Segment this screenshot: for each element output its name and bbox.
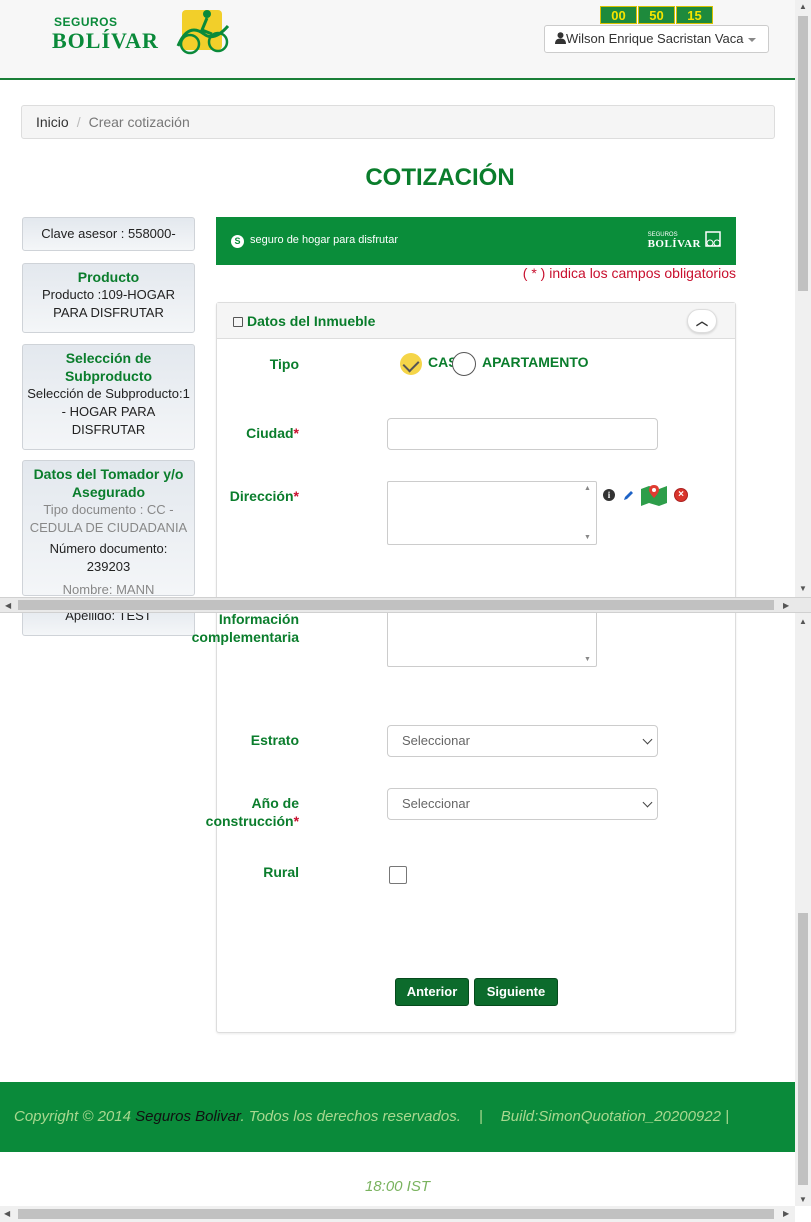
sidebar-subproducto-box: Selección de Subproducto Selección de Su…: [22, 344, 195, 450]
user-menu-button[interactable]: Wilson Enrique Sacristan Vaca: [544, 25, 769, 53]
sidebar-clave-box: Clave asesor : 558000-: [22, 217, 195, 251]
logo-top-text: SEGUROS: [54, 15, 118, 29]
bottom-pane-vertical-scrollbar[interactable]: ▲ ▼: [795, 613, 811, 1206]
rural-label: Rural: [263, 864, 299, 880]
server-time: 18:00 IST: [364, 1178, 431, 1195]
nombre-text: Nombre: MANN: [62, 582, 155, 596]
bottom-horizontal-scrollbar[interactable]: ◀ ▶: [0, 1206, 795, 1222]
siguiente-button[interactable]: Siguiente: [474, 978, 558, 1006]
cyclist-logo-icon: [176, 10, 230, 55]
top-pane-vertical-scrollbar[interactable]: ▲ ▼: [795, 0, 811, 597]
banner-cyclist-icon: [705, 231, 721, 247]
scroll-left-arrow-icon[interactable]: ◀: [5, 601, 11, 610]
scroll-down-arrow-icon[interactable]: ▼: [799, 584, 807, 593]
sidebar-producto-box: Producto Producto :109-HOGAR PARA DISFRU…: [22, 263, 195, 333]
anio-selected-value: Seleccionar: [402, 796, 470, 811]
page-title: COTIZACIÓN: [365, 164, 515, 191]
direccion-label: Dirección*: [229, 488, 299, 504]
estrato-select[interactable]: Seleccionar: [387, 725, 658, 757]
anio-construccion-select[interactable]: Seleccionar: [387, 788, 658, 820]
footer-pipe: |: [478, 1108, 483, 1125]
direccion-actions: i ×: [603, 483, 688, 507]
footer-brand: Seguros Bolivar: [135, 1108, 241, 1125]
datos-inmueble-panel: Datos del Inmueble ︿ Tipo CASA APARTAMEN…: [192, 302, 736, 1033]
page: SEGUROS BOLÍVAR 00 50 15 Wilson Enrique …: [0, 0, 811, 1222]
panel-title: Datos del Inmueble: [247, 313, 376, 329]
footer: Copyright © 2014 Seguros Bolivar. Todos …: [0, 1082, 795, 1152]
textarea-scrollbar[interactable]: [580, 604, 596, 666]
top-horizontal-scroll-thumb[interactable]: [18, 600, 774, 610]
timer-minutes: 50: [638, 6, 675, 24]
breadcrumb-home-link[interactable]: Inicio: [36, 114, 69, 130]
estrato-selected-value: Seleccionar: [402, 733, 470, 748]
tipo-documento-text: Tipo documento : CC - CEDULA DE CIUDADAN…: [29, 502, 188, 535]
breadcrumb-current: Crear cotización: [88, 114, 190, 130]
tipo-label: Tipo: [269, 356, 299, 372]
clave-asesor-text: Clave asesor : 558000-: [41, 226, 176, 241]
map-marker-icon[interactable]: [639, 483, 669, 507]
user-icon: [555, 32, 566, 44]
seguros-bolivar-logo[interactable]: SEGUROS BOLÍVAR: [52, 6, 232, 58]
anio-construccion-label: Año de construcción*: [205, 795, 300, 829]
radio-casa-label[interactable]: CASA: [428, 354, 454, 370]
chevron-down-icon: [642, 734, 653, 745]
textarea-scrollbar[interactable]: [580, 482, 596, 544]
footer-rights: . Todos los derechos reservados.: [240, 1108, 461, 1125]
timer-hours: 00: [600, 6, 637, 24]
radio-casa[interactable]: [400, 353, 422, 375]
split-pane-divider[interactable]: ◀ ▶: [0, 597, 811, 613]
chevron-down-icon: [642, 797, 653, 808]
radio-apartamento[interactable]: [452, 352, 476, 376]
bottom-scroll-thumb[interactable]: [798, 913, 808, 1185]
scroll-up-arrow-icon[interactable]: ▲: [799, 617, 807, 626]
collapse-panel-button[interactable]: ︿: [687, 309, 717, 333]
subproducto-text: Selección de Subproducto:1 - HOGAR PARA …: [27, 386, 190, 437]
scroll-left-arrow-icon[interactable]: ◀: [4, 1209, 10, 1218]
user-name: Wilson Enrique Sacristan Vaca: [566, 31, 744, 46]
timer-seconds: 15: [676, 6, 713, 24]
edit-icon: [233, 317, 243, 327]
logo-main-text: BOLÍVAR: [52, 28, 159, 53]
banner-s-icon: S: [231, 235, 244, 248]
scroll-up-arrow-icon[interactable]: ▲: [799, 2, 807, 11]
ciudad-input[interactable]: [387, 418, 658, 450]
banner-logo-main: BOLÍVAR: [647, 238, 701, 250]
producto-text: Producto :109-HOGAR PARA DISFRUTAR: [42, 287, 175, 320]
rural-checkbox[interactable]: [389, 866, 407, 884]
ciudad-label: Ciudad*: [246, 425, 299, 441]
session-timer: 00 50 15: [600, 6, 714, 24]
info-icon[interactable]: i: [603, 489, 615, 501]
panel-header[interactable]: Datos del Inmueble: [217, 303, 735, 339]
scroll-down-arrow-icon[interactable]: ▼: [799, 1195, 807, 1204]
footer-copyright: Copyright © 2014: [14, 1108, 131, 1125]
pencil-icon[interactable]: [621, 488, 635, 502]
informacion-complementaria-label: Información complementaria: [191, 611, 299, 645]
banner-logo: SEGUROS BOLÍVAR: [647, 231, 722, 250]
direccion-textarea[interactable]: [387, 481, 597, 545]
tomador-title: Datos del Tomador y/o Asegurado: [33, 466, 184, 500]
required-fields-note: ( * ) indica los campos obligatorios: [522, 265, 736, 281]
top-scroll-thumb[interactable]: [798, 16, 808, 291]
header: SEGUROS BOLÍVAR 00 50 15 Wilson Enrique …: [0, 0, 795, 80]
subproducto-title: Selección de Subproducto: [64, 350, 153, 384]
radio-apartamento-label[interactable]: APARTAMENTO: [482, 354, 589, 370]
anterior-button[interactable]: Anterior: [395, 978, 469, 1006]
product-banner: S seguro de hogar para disfrutar SEGUROS…: [216, 217, 736, 265]
numero-documento-text: Número documento: 239203: [49, 541, 168, 574]
sidebar-tomador-box: Datos del Tomador y/o Asegurado Tipo doc…: [22, 460, 195, 596]
delete-icon[interactable]: ×: [674, 488, 688, 502]
breadcrumb: Inicio / Crear cotización: [21, 105, 775, 139]
chevron-up-icon: ︿: [695, 314, 708, 328]
breadcrumb-separator: /: [76, 114, 81, 130]
banner-text: seguro de hogar para disfrutar: [250, 234, 398, 246]
scroll-right-arrow-icon[interactable]: ▶: [783, 601, 789, 610]
chevron-down-icon: [747, 37, 756, 42]
producto-title: Producto: [77, 269, 140, 285]
scroll-right-arrow-icon[interactable]: ▶: [783, 1209, 789, 1218]
estrato-label: Estrato: [250, 732, 299, 748]
bottom-horizontal-scroll-thumb[interactable]: [18, 1209, 774, 1219]
footer-build: Build:SimonQuotation_20200922 |: [500, 1108, 730, 1125]
